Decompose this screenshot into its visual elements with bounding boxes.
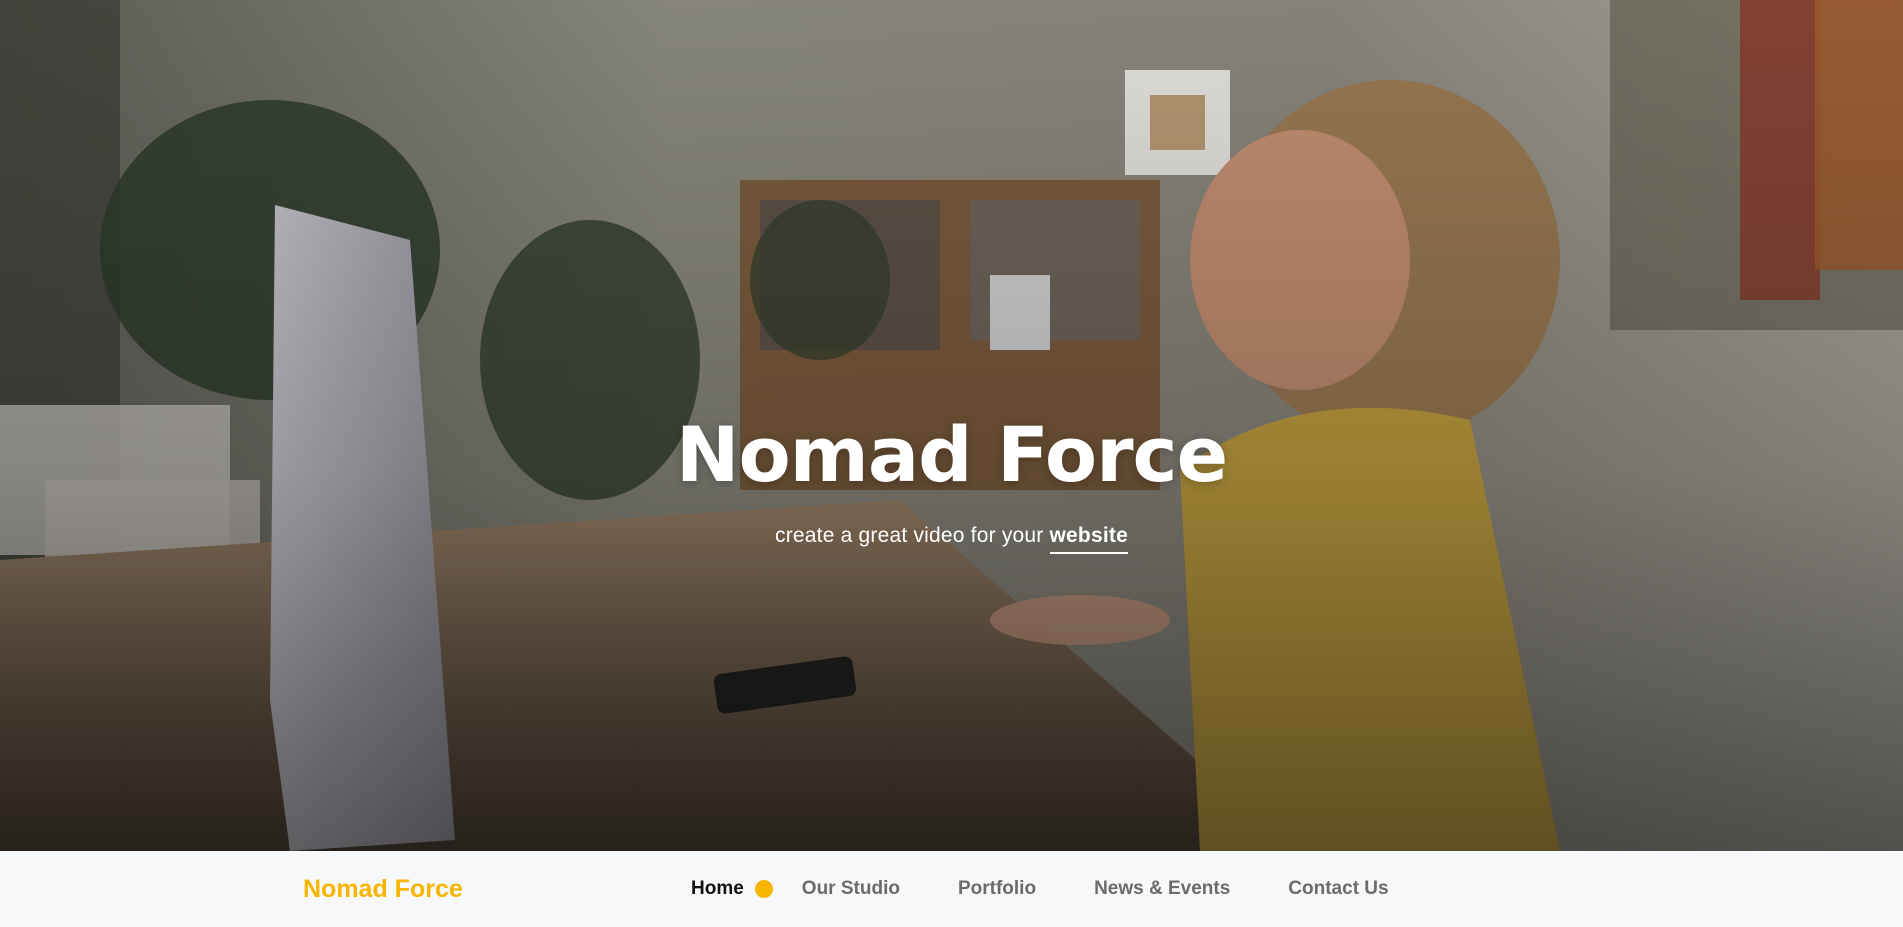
hero-subtitle: create a great video for your website [0,522,1903,554]
nav-item-label: News & Events [1094,878,1231,899]
nav-item-label: Home [691,878,744,899]
nav-item-label: Portfolio [957,878,1037,899]
main-navbar: Nomad Force Home Our Studio Portfolio Ne… [0,851,1903,927]
nav-item-our-studio[interactable]: Our Studio [802,851,900,927]
nav-item-home[interactable]: Home [691,851,773,927]
nav-item-label: Contact Us [1288,878,1389,899]
hero-section: Nomad Force create a great video for you… [0,0,1903,851]
active-indicator-dot [754,880,773,898]
nav-item-portfolio[interactable]: Portfolio [958,851,1036,927]
hero-title: Nomad Force [675,410,1228,499]
hero-subtitle-text: create a great video for your [775,524,1050,547]
hero-content: Nomad Force create a great video for you… [0,410,1903,554]
nav-item-label: Our Studio [801,878,900,899]
nav-menu: Home Our Studio Portfolio News & Events … [662,851,1418,927]
nav-item-contact-us[interactable]: Contact Us [1288,851,1388,927]
hero-subtitle-emphasis: website [1049,522,1128,554]
nav-item-news-events[interactable]: News & Events [1094,851,1230,927]
brand-logo[interactable]: Nomad Force [303,851,463,927]
